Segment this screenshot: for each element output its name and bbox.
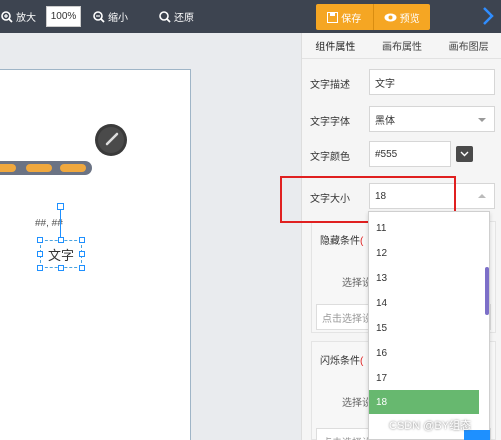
hide-condition-title: 隐藏条件( [320,236,364,247]
eye-icon [384,13,397,21]
text-widget-label: 文字 [47,247,74,263]
hash-text[interactable]: ##, ## [35,218,63,229]
panel-tabs: 组件属性 画布属性 画布图层 [302,33,501,59]
resize-handle[interactable] [79,251,85,257]
resize-handle[interactable] [58,265,64,271]
font-label: 文字字体 [310,117,350,128]
canvas-area[interactable]: ##, ## 文字 [0,33,301,440]
color-label: 文字颜色 [310,152,350,163]
save-icon [327,11,339,23]
tab-canvas-layers[interactable]: 画布图层 [435,33,501,58]
chevron-down-icon [478,118,486,122]
resize-handle[interactable] [37,237,43,243]
resize-handle[interactable] [79,265,85,271]
chevron-up-icon [478,194,486,198]
save-preview-group: 保存 预览 [316,4,430,30]
dropdown-option[interactable]: 11 [369,216,479,240]
desc-label: 文字描述 [310,80,350,91]
dropdown-option-selected[interactable]: 18 [369,390,479,414]
resize-handle[interactable] [79,237,85,243]
zoom-out-label: 缩小 [108,13,128,24]
restore-button[interactable]: 还原 [159,0,194,33]
zoom-in-icon [1,10,13,23]
blink-condition-title: 闪烁条件( [320,356,364,367]
rotate-line [60,210,61,238]
watermark: CSDN @BY组态 [389,420,472,432]
color-input[interactable]: #555 [369,141,451,167]
resize-handle[interactable] [58,237,64,243]
dropdown-option[interactable]: 16 [369,341,479,365]
pipe-segment [0,164,16,172]
resize-handle[interactable] [37,251,43,257]
resize-handle[interactable] [37,265,43,271]
tab-canvas-props[interactable]: 画布属性 [369,33,436,58]
search-icon [159,10,171,23]
chevron-down-icon [460,151,469,157]
zoom-in-button[interactable]: 放大 [1,0,36,33]
knob-component[interactable] [94,123,128,157]
save-label: 保存 [341,13,362,25]
zoom-in-label: 放大 [16,13,36,24]
color-picker-button[interactable] [456,146,473,162]
text-widget[interactable]: 文字 [40,240,82,268]
dropdown-option[interactable]: 14 [369,291,479,315]
pipe-segment [60,164,86,172]
pipe-segment [26,164,52,172]
desc-input[interactable]: 文字 [369,69,495,95]
top-toolbar: 放大 100% 缩小 还原 保存 预览 [0,0,501,33]
tab-component-props[interactable]: 组件属性 [302,33,369,58]
zoom-level-field[interactable]: 100% [46,6,81,27]
save-button[interactable]: 保存 [316,4,373,30]
dropdown-scrollbar[interactable] [485,267,489,315]
pipe-component[interactable] [0,161,92,175]
dropdown-option[interactable]: 13 [369,266,479,290]
dropdown-option[interactable]: 15 [369,316,479,340]
dropdown-option[interactable]: 12 [369,241,479,265]
preview-button[interactable]: 预览 [372,4,431,30]
rotate-handle[interactable] [57,203,64,210]
font-select[interactable]: 黑体 [369,106,495,132]
font-size-dropdown[interactable]: 11 12 13 14 15 16 17 18 [368,211,490,440]
zoom-out-icon [93,10,105,23]
zoom-out-button[interactable]: 缩小 [93,0,128,33]
dropdown-option[interactable]: 17 [369,366,479,390]
restore-label: 还原 [174,13,194,24]
preview-label: 预览 [399,13,420,25]
chevron-right-icon[interactable] [480,6,496,26]
font-value: 黑体 [375,115,395,127]
